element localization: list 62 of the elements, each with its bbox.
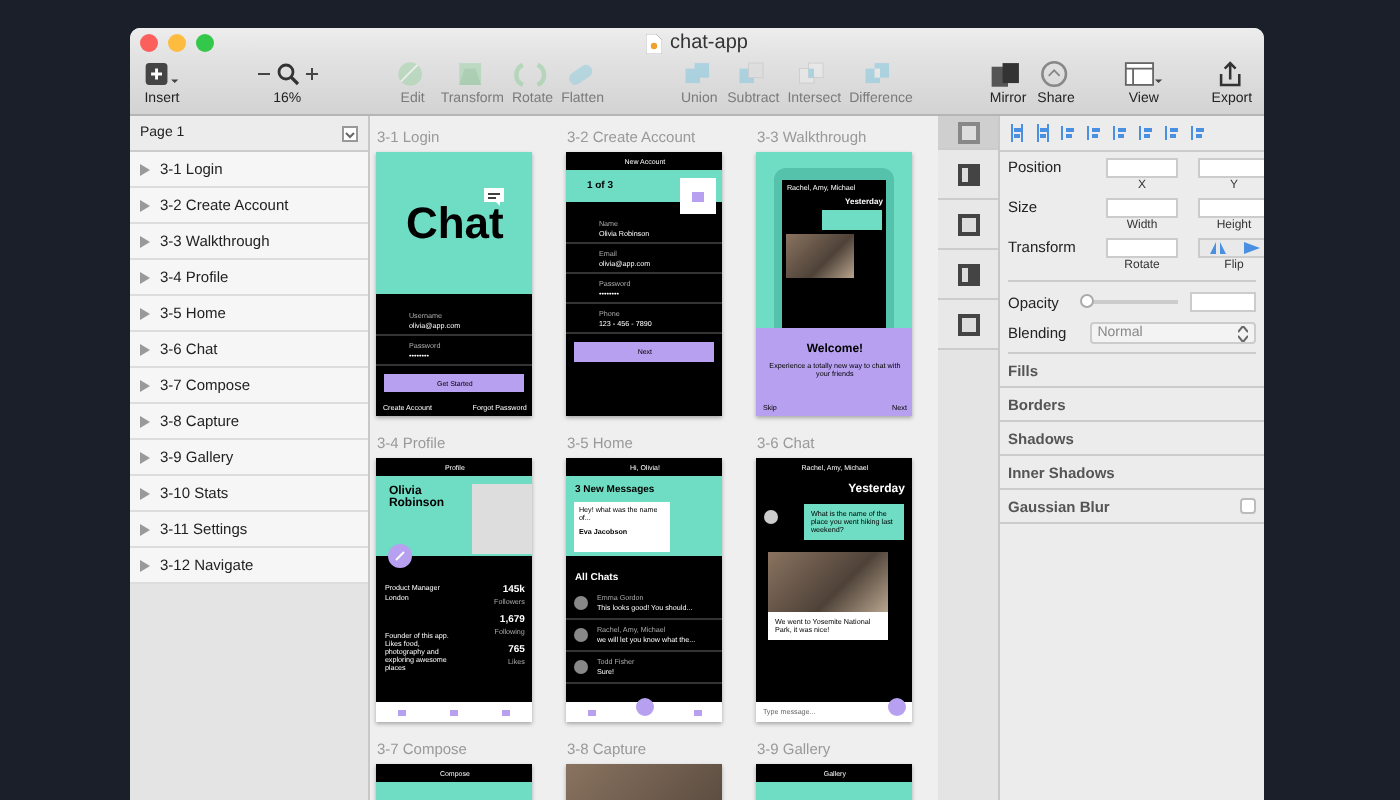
align-icon[interactable] xyxy=(1008,124,1026,142)
input-field[interactable] xyxy=(1106,198,1178,218)
message-bubble xyxy=(822,210,883,230)
avatar-icon xyxy=(764,510,779,524)
disclosure-icon[interactable] xyxy=(140,415,150,427)
disclosure-icon[interactable] xyxy=(140,199,150,211)
disclosure-icon[interactable] xyxy=(140,451,150,463)
align-icon[interactable] xyxy=(1034,124,1052,142)
zoom-button[interactable] xyxy=(196,34,214,52)
inspector-tab[interactable] xyxy=(938,300,998,350)
panel-icon xyxy=(957,213,980,235)
panel-icon xyxy=(957,163,980,185)
app-logo-text: Chat xyxy=(405,197,504,250)
input-field[interactable] xyxy=(1189,292,1256,312)
checkbox[interactable] xyxy=(1240,498,1256,514)
disclosure-icon[interactable] xyxy=(140,379,150,391)
chat-bubble-icon xyxy=(484,188,505,206)
disclosure-icon[interactable] xyxy=(140,163,150,175)
plus-icon xyxy=(142,58,182,90)
add-button[interactable] xyxy=(635,697,654,715)
align-icon[interactable] xyxy=(1138,124,1156,142)
disclosure-icon[interactable] xyxy=(140,523,150,535)
inspector-tab[interactable] xyxy=(938,250,998,300)
disclosure-icon[interactable] xyxy=(140,307,150,319)
inspector-tab[interactable] xyxy=(938,200,998,250)
disclosure-icon[interactable] xyxy=(140,235,150,247)
opacity-slider[interactable] xyxy=(1080,294,1094,308)
avatar-icon xyxy=(574,596,589,610)
input-field[interactable] xyxy=(1198,198,1264,218)
panel-icon xyxy=(957,313,980,335)
window-title: chat-app xyxy=(670,32,748,54)
minimize-button[interactable] xyxy=(168,34,186,52)
avatar-icon xyxy=(574,628,589,642)
input-field[interactable] xyxy=(1106,238,1178,258)
photo-placeholder xyxy=(472,484,533,554)
inspector-tab[interactable] xyxy=(938,150,998,200)
align-icon[interactable] xyxy=(1086,124,1104,142)
plus-icon[interactable] xyxy=(305,68,318,80)
disclosure-icon[interactable] xyxy=(140,343,150,355)
collapse-icon[interactable] xyxy=(342,125,359,141)
align-icon[interactable] xyxy=(1060,124,1078,142)
disclosure-icon[interactable] xyxy=(140,271,150,283)
photo-picker-icon xyxy=(680,178,717,214)
stepper-icon xyxy=(1238,325,1248,341)
align-icon[interactable] xyxy=(1164,124,1182,142)
avatar-icon xyxy=(574,660,589,674)
disclosure-icon[interactable] xyxy=(140,487,150,499)
photo-placeholder xyxy=(786,234,855,278)
search-icon xyxy=(275,62,300,86)
edit-button[interactable] xyxy=(388,544,413,568)
close-button[interactable] xyxy=(140,34,158,52)
document-icon xyxy=(646,33,663,53)
align-icon[interactable] xyxy=(1190,124,1208,142)
input-field[interactable] xyxy=(1106,158,1178,178)
disclosure-icon[interactable] xyxy=(140,559,150,571)
align-icon[interactable] xyxy=(1112,124,1130,142)
panel-icon xyxy=(957,263,980,285)
minus-icon[interactable] xyxy=(257,68,270,80)
send-button[interactable] xyxy=(888,697,907,715)
panel-icon xyxy=(957,121,980,143)
input-field[interactable] xyxy=(1198,158,1264,178)
layout-icon xyxy=(1123,58,1164,90)
